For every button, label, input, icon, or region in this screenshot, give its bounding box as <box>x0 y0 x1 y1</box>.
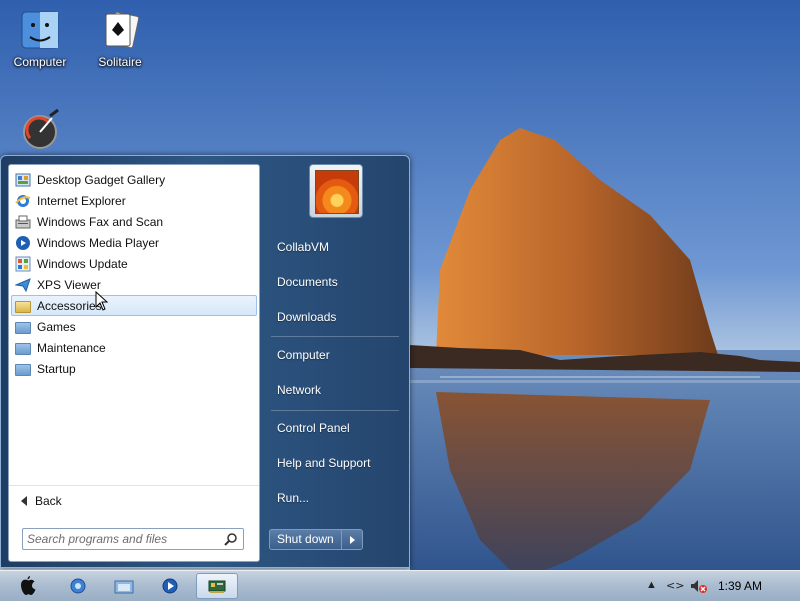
network-card-icon <box>208 580 226 593</box>
right-item-downloads[interactable]: Downloads <box>269 304 403 330</box>
finder-face-icon <box>18 8 62 52</box>
internet-explorer-icon <box>70 578 86 594</box>
back-arrow-icon <box>21 496 27 506</box>
separator <box>271 336 399 337</box>
program-item[interactable]: Windows Update <box>11 253 257 274</box>
program-item[interactable]: Internet Explorer <box>11 190 257 211</box>
program-label: Games <box>37 319 76 334</box>
taskbar-ie-button[interactable] <box>60 573 96 599</box>
program-item-accessories[interactable]: Accessories <box>11 295 257 316</box>
folder-open-icon <box>15 298 31 314</box>
program-label: Desktop Gadget Gallery <box>37 172 166 187</box>
search-input[interactable] <box>27 531 217 547</box>
program-label: Maintenance <box>37 340 106 355</box>
program-label: Startup <box>37 361 76 376</box>
start-menu: Desktop Gadget Gallery Internet Explorer… <box>0 155 410 568</box>
shutdown-options-button[interactable] <box>341 529 363 550</box>
all-programs-list: Desktop Gadget Gallery Internet Explorer… <box>9 165 259 379</box>
right-item-network[interactable]: Network <box>269 377 403 403</box>
taskbar-media-player-button[interactable] <box>152 573 188 599</box>
apple-logo-icon <box>21 576 36 595</box>
program-label: Windows Fax and Scan <box>37 214 164 229</box>
show-hidden-icons-icon[interactable]: ▲ <box>646 579 657 591</box>
desktop-icon-label: Solitaire <box>98 55 142 69</box>
desktop-icon-solitaire[interactable]: Solitaire <box>85 8 155 69</box>
xps-viewer-icon <box>14 277 31 293</box>
program-label: XPS Viewer <box>37 277 101 292</box>
folder-icon <box>15 361 31 377</box>
chevron-right-icon <box>349 536 355 544</box>
windows-update-icon <box>15 256 31 272</box>
shutdown-button[interactable]: Shut down <box>269 529 342 550</box>
search-box <box>22 528 244 550</box>
start-button[interactable] <box>10 573 46 599</box>
desktop-icon-gauge[interactable] <box>5 108 75 155</box>
right-item-control-panel[interactable]: Control Panel <box>269 415 403 441</box>
network-tray-icon[interactable]: <> <box>666 579 684 592</box>
program-label: Accessories <box>37 298 102 313</box>
user-picture[interactable] <box>309 164 363 218</box>
back-button[interactable]: Back <box>9 485 259 516</box>
program-item[interactable]: Windows Media Player <box>11 232 257 253</box>
desktop-icon-label: Computer <box>13 55 67 69</box>
program-item-games[interactable]: Games <box>11 316 257 337</box>
internet-explorer-icon <box>15 193 31 209</box>
taskbar-explorer-button[interactable] <box>106 573 142 599</box>
program-item[interactable]: Windows Fax and Scan <box>11 211 257 232</box>
right-item-run[interactable]: Run... <box>269 485 403 511</box>
right-item-collabvm[interactable]: CollabVM <box>269 234 403 260</box>
solitaire-cards-icon <box>98 8 142 52</box>
search-icon[interactable] <box>224 532 238 546</box>
program-label: Internet Explorer <box>37 193 126 208</box>
program-item[interactable]: Desktop Gadget Gallery <box>11 169 257 190</box>
program-label: Windows Media Player <box>37 235 160 250</box>
desktop-icon-computer[interactable]: Computer <box>5 8 75 69</box>
mouse-pointer-icon <box>95 291 109 311</box>
shutdown-group: Shut down <box>269 529 363 550</box>
volume-muted-icon[interactable] <box>690 579 708 593</box>
program-item-startup[interactable]: Startup <box>11 358 257 379</box>
taskbar: ▲ <> 1:39 AM <box>0 570 800 601</box>
program-label: Windows Update <box>37 256 128 271</box>
gadget-gallery-icon <box>15 172 31 188</box>
programs-pane: Desktop Gadget Gallery Internet Explorer… <box>8 164 260 562</box>
folder-icon <box>15 319 31 335</box>
folder-icon <box>15 340 31 356</box>
explorer-folder-icon <box>114 580 134 594</box>
right-item-documents[interactable]: Documents <box>269 269 403 295</box>
gauge-gadget-icon <box>18 108 62 152</box>
fax-scan-icon <box>15 214 31 230</box>
right-item-help-support[interactable]: Help and Support <box>269 450 403 476</box>
taskbar-active-app-button[interactable] <box>196 573 238 599</box>
clock[interactable]: 1:39 AM <box>718 579 762 593</box>
back-label: Back <box>35 494 62 508</box>
program-item[interactable]: XPS Viewer <box>11 274 257 295</box>
media-player-icon <box>162 578 178 594</box>
separator <box>271 410 399 411</box>
right-item-computer[interactable]: Computer <box>269 342 403 368</box>
flower-avatar-icon <box>315 170 359 214</box>
program-item-maintenance[interactable]: Maintenance <box>11 337 257 358</box>
media-player-icon <box>15 235 31 251</box>
